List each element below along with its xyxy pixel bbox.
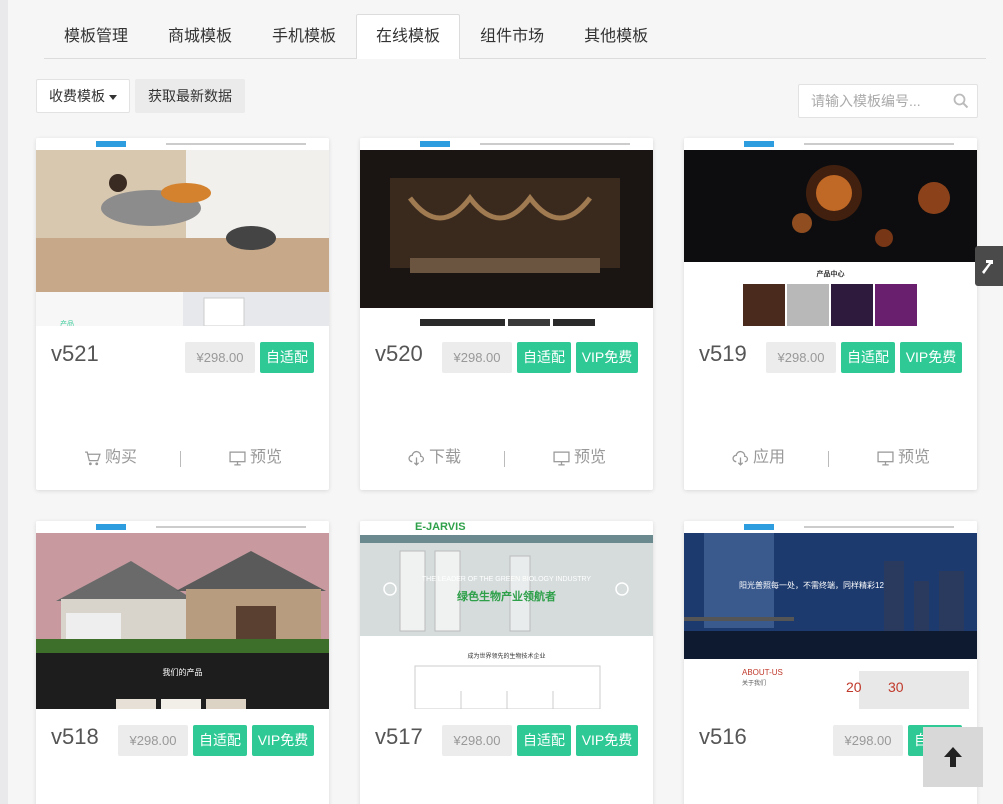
template-card: E-JARVIS THE LEADER OF THE GREEN BIOLOGY… [360, 521, 653, 804]
divider [828, 451, 829, 467]
search-box [798, 84, 978, 118]
price-badge: ¥298.00 [118, 725, 188, 756]
adaptive-tag: 自适配 [193, 725, 247, 756]
template-thumbnail[interactable]: 产品中心 [684, 138, 977, 326]
template-thumbnail[interactable]: 我们的产品 [36, 521, 329, 709]
adaptive-tag: 自适配 [517, 725, 571, 756]
tab-other-templates[interactable]: 其他模板 [564, 14, 668, 58]
cloud-download-icon [732, 450, 748, 466]
template-version: v521 [51, 341, 99, 366]
tab-mall-templates[interactable]: 商城模板 [148, 14, 252, 58]
template-version: v516 [699, 724, 747, 749]
preview-label: 预览 [250, 449, 283, 466]
divider [180, 451, 181, 467]
template-version: v519 [699, 341, 747, 366]
template-thumbnail[interactable]: E-JARVIS THE LEADER OF THE GREEN BIOLOGY… [360, 521, 653, 709]
template-version: v520 [375, 341, 423, 366]
thumbnail-subtitle: 成为世界领先的生物技术企业 [467, 654, 546, 660]
template-card: 产品 v521 ¥298.00 自适配 购买 预览 [36, 138, 329, 490]
thumbnail-headline: 阳光普照每一处，不需终端，同样精彩12 [739, 581, 884, 590]
template-card: 我们的产品 v518 ¥298.00 自适配 VIP免费 [36, 521, 329, 804]
tab-bar: 模板管理 商城模板 手机模板 在线模板 组件市场 其他模板 [44, 14, 986, 59]
search-input[interactable] [799, 85, 949, 117]
adaptive-tag: 自适配 [841, 342, 895, 373]
buy-label: 购买 [105, 449, 138, 466]
vip-free-tag: VIP免费 [252, 725, 314, 756]
card-actions: 应用 预览 [684, 443, 977, 473]
adaptive-tag: 自适配 [260, 342, 314, 373]
caret-down-icon [109, 94, 117, 100]
thumbnail-headline: 绿色生物产业领航者 [457, 591, 556, 603]
template-thumbnail[interactable]: 产品 [36, 138, 329, 326]
template-card: v520 ¥298.00 自适配 VIP免费 下载 预览 [360, 138, 653, 490]
card-actions: 下载 预览 [360, 443, 653, 473]
thumbnail-caption: 我们的产品 [162, 668, 203, 677]
tab-component-market[interactable]: 组件市场 [460, 14, 564, 58]
download-button[interactable]: 下载 [408, 443, 461, 473]
filter-dropdown-label: 收费模板 [49, 88, 105, 104]
preview-button[interactable]: 预览 [553, 443, 606, 473]
thumbnail-stat: 30 [888, 679, 904, 695]
download-label: 下载 [429, 449, 462, 466]
cloud-download-icon [408, 450, 424, 466]
vip-free-tag: VIP免费 [900, 342, 962, 373]
monitor-icon [553, 450, 570, 466]
preview-label: 预览 [574, 449, 607, 466]
card-actions: 购买 预览 [36, 443, 329, 473]
preview-label: 预览 [898, 449, 931, 466]
filter-dropdown[interactable]: 收费模板 [36, 79, 130, 113]
adaptive-tag: 自适配 [517, 342, 571, 373]
apply-button[interactable]: 应用 [732, 443, 785, 473]
preview-button[interactable]: 预览 [229, 443, 282, 473]
vip-free-tag: VIP免费 [576, 342, 638, 373]
price-badge: ¥298.00 [185, 342, 255, 373]
tab-online-templates[interactable]: 在线模板 [356, 14, 461, 59]
vip-free-tag: VIP免费 [576, 725, 638, 756]
price-badge: ¥298.00 [766, 342, 836, 373]
thumbnail-caption: 产品 [60, 321, 74, 326]
price-badge: ¥298.00 [442, 342, 512, 373]
price-badge: ¥298.00 [442, 725, 512, 756]
cart-icon [85, 450, 101, 465]
thumbnail-caption: 产品中心 [816, 271, 845, 278]
search-icon[interactable] [953, 93, 969, 109]
template-version: v518 [51, 724, 99, 749]
template-thumbnail[interactable] [360, 138, 653, 326]
fetch-latest-button[interactable]: 获取最新数据 [135, 79, 245, 113]
thumbnail-logo: E-JARVIS [415, 521, 466, 533]
apply-label: 应用 [753, 449, 786, 466]
arrow-up-icon [944, 747, 962, 767]
template-version: v517 [375, 724, 423, 749]
buy-button[interactable]: 购买 [84, 443, 137, 473]
thumbnail-stat: 20 [846, 679, 862, 695]
thumbnail-section-title: ABOUT-US [742, 668, 783, 677]
side-tool-button[interactable] [975, 246, 1003, 286]
preview-button[interactable]: 预览 [877, 443, 930, 473]
template-thumbnail[interactable]: 阳光普照每一处，不需终端，同样精彩12 ABOUT-US 关于我们 20 30 [684, 521, 977, 709]
thumbnail-section-subtitle: 关于我们 [742, 681, 767, 687]
divider [504, 451, 505, 467]
template-card: 产品中心 v519 ¥298.00 自适配 VIP免费 应用 预览 [684, 138, 977, 490]
monitor-icon [877, 450, 894, 466]
tab-mobile-templates[interactable]: 手机模板 [252, 14, 356, 58]
price-badge: ¥298.00 [833, 725, 903, 756]
hammer-icon [982, 260, 993, 274]
monitor-icon [229, 450, 246, 466]
back-to-top-button[interactable] [923, 727, 983, 787]
thumbnail-tagline: THE LEADER OF THE GREEN BIOLOGY INDUSTRY [421, 576, 592, 583]
tab-template-management[interactable]: 模板管理 [44, 14, 148, 58]
